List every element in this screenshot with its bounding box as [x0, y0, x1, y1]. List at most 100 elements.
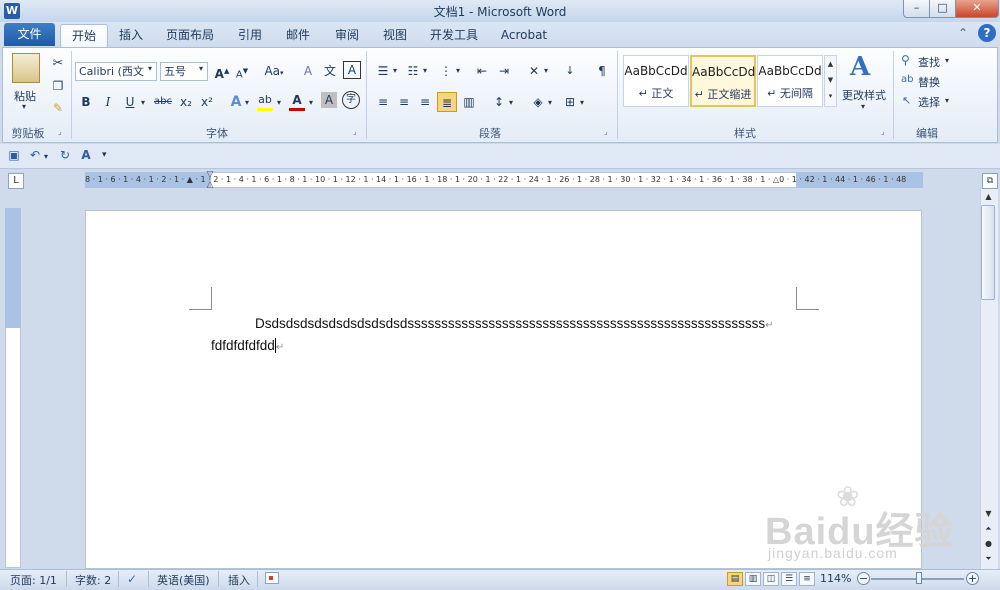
draft-view-icon[interactable]: ≡	[799, 572, 815, 586]
tab-file[interactable]: 文件	[4, 23, 55, 46]
undo-dropdown-icon[interactable]: ▾	[44, 152, 48, 161]
print-layout-view-icon[interactable]: ▤	[727, 572, 743, 586]
tab-home[interactable]: 开始	[60, 24, 108, 47]
cut-icon[interactable]: ✂	[48, 54, 68, 74]
strikethrough-button[interactable]: abc	[151, 92, 175, 112]
enclose-characters-icon[interactable]: 字	[342, 91, 360, 109]
numbering-dropdown-icon[interactable]: ▾	[423, 66, 427, 75]
highlight-icon[interactable]: ab	[255, 90, 275, 110]
align-center-icon[interactable]: ≡	[394, 92, 414, 112]
find-dropdown-icon[interactable]: ▾	[945, 56, 949, 65]
change-styles-button[interactable]: 更改样式	[842, 87, 886, 103]
bold-button[interactable]: B	[76, 92, 96, 112]
zoom-in-icon[interactable]: +	[966, 572, 979, 585]
font-name-combo[interactable]: Calibri (西文	[75, 62, 157, 81]
next-page-icon[interactable]: ⏷	[981, 552, 996, 566]
select-dropdown-icon[interactable]: ▾	[945, 96, 949, 105]
distributed-icon[interactable]: ▥	[459, 92, 479, 112]
bullets-dropdown-icon[interactable]: ▾	[393, 66, 397, 75]
scroll-up-icon[interactable]: ▲	[981, 190, 996, 204]
close-button[interactable]: ✕	[955, 0, 999, 18]
zoom-out-icon[interactable]: −	[857, 572, 870, 585]
tab-view[interactable]: 视图	[375, 24, 415, 46]
tab-page-layout[interactable]: 页面布局	[160, 24, 220, 46]
paste-icon[interactable]	[12, 53, 40, 83]
customize-qat-icon[interactable]: ▾	[102, 150, 107, 160]
format-painter-icon[interactable]: ✎	[48, 98, 68, 118]
multilevel-dropdown-icon[interactable]: ▾	[456, 66, 460, 75]
redo-icon[interactable]: ↻	[57, 147, 73, 163]
tab-insert[interactable]: 插入	[109, 24, 153, 46]
increase-indent-icon[interactable]: ⇥	[494, 61, 514, 81]
indent-marker-icon[interactable]: ▽ △	[205, 170, 215, 190]
underline-dropdown-icon[interactable]: ▾	[141, 98, 145, 107]
asian-layout-icon[interactable]: ✕	[524, 61, 544, 81]
shrink-font-icon[interactable]: A▼	[232, 61, 252, 81]
document-paragraph[interactable]: Dsdsdsdsdsdsdsdsdsdsdsssssssssssssssssss…	[255, 316, 773, 331]
style-normal[interactable]: AaBbCcDd ↵ 正文	[623, 55, 689, 107]
full-screen-reading-icon[interactable]: ▥	[745, 572, 761, 586]
underline-button[interactable]: U	[120, 92, 140, 112]
text-effects-dropdown-icon[interactable]: ▾	[245, 98, 249, 107]
justify-icon[interactable]: ≣	[437, 92, 457, 112]
borders-icon[interactable]: ⊞	[560, 92, 580, 112]
character-shading-icon[interactable]: A	[321, 92, 337, 108]
undo-icon[interactable]: ↶	[27, 147, 43, 163]
line-spacing-dropdown-icon[interactable]: ▾	[509, 98, 513, 107]
decrease-indent-icon[interactable]: ⇤	[472, 61, 492, 81]
zoom-slider-thumb[interactable]	[916, 572, 922, 584]
tab-selector-icon[interactable]: L	[8, 173, 24, 189]
paste-dropdown-icon[interactable]: ▾	[22, 102, 26, 111]
shading-icon[interactable]: ◈	[528, 92, 548, 112]
change-styles-dropdown-icon[interactable]: ▾	[861, 102, 865, 111]
show-marks-icon[interactable]: ¶	[592, 61, 612, 81]
grow-font-icon[interactable]: A▲	[212, 61, 232, 81]
font-color-dropdown-icon[interactable]: ▾	[309, 98, 313, 107]
font-size-dropdown-icon[interactable]: ▾	[199, 64, 203, 73]
numbering-icon[interactable]: ☷	[403, 61, 423, 81]
previous-page-icon[interactable]: ⏶	[981, 522, 996, 536]
style-normal-indent[interactable]: AaBbCcDd ↵ 正文缩进	[690, 55, 756, 107]
paragraph-launcher-icon[interactable]: ⌟	[604, 127, 608, 136]
tab-mailings[interactable]: 邮件	[278, 24, 318, 46]
select-button[interactable]: 选择	[918, 94, 940, 110]
maximize-button[interactable]: □	[929, 0, 956, 18]
page-count[interactable]: 页面: 1/1	[10, 572, 57, 588]
web-layout-icon[interactable]: ◫	[763, 572, 779, 586]
style-no-spacing[interactable]: AaBbCcDd ↵ 无间隔	[757, 55, 823, 107]
macro-record-icon[interactable]	[265, 572, 279, 584]
copy-icon[interactable]: ❐	[48, 76, 68, 96]
shading-dropdown-icon[interactable]: ▾	[548, 98, 552, 107]
font-color-icon[interactable]: A	[287, 90, 307, 110]
language-indicator[interactable]: 英语(美国)	[157, 572, 210, 588]
clipboard-launcher-icon[interactable]: ⌟	[58, 127, 62, 136]
tab-references[interactable]: 引用	[230, 24, 270, 46]
multilevel-list-icon[interactable]: ⋮	[436, 61, 456, 81]
change-case-icon[interactable]: Aa▾	[260, 61, 288, 81]
italic-button[interactable]: I	[98, 92, 118, 112]
superscript-button[interactable]: x²	[197, 92, 217, 112]
minimize-button[interactable]: –	[903, 0, 930, 18]
text-effects-qat-icon[interactable]: A	[78, 147, 94, 163]
align-left-icon[interactable]: ≡	[373, 92, 393, 112]
highlight-dropdown-icon[interactable]: ▾	[277, 98, 281, 107]
scroll-down-icon[interactable]: ▼	[981, 507, 996, 521]
font-name-dropdown-icon[interactable]: ▾	[148, 64, 152, 73]
outline-view-icon[interactable]: ☰	[781, 572, 797, 586]
clear-formatting-icon[interactable]: A	[298, 61, 318, 81]
zoom-level[interactable]: 114%	[820, 572, 851, 585]
view-ruler-icon[interactable]: ⧉	[982, 173, 998, 189]
save-icon[interactable]: ▣	[6, 147, 22, 163]
borders-dropdown-icon[interactable]: ▾	[580, 98, 584, 107]
document-paragraph[interactable]: fdfdfdfdfdd↵	[211, 338, 284, 353]
sort-icon[interactable]: ↓	[560, 61, 580, 81]
line-spacing-icon[interactable]: ↕	[489, 92, 509, 112]
align-right-icon[interactable]: ≡	[415, 92, 435, 112]
phonetic-guide-icon[interactable]: 文	[320, 61, 340, 81]
insert-mode[interactable]: 插入	[228, 572, 250, 588]
asian-layout-dropdown-icon[interactable]: ▾	[544, 66, 548, 75]
proofing-icon[interactable]: ✓	[127, 572, 137, 586]
ribbon-collapse-icon[interactable]: ⌃	[958, 26, 968, 40]
change-styles-icon[interactable]: A	[850, 52, 870, 82]
styles-launcher-icon[interactable]: ⌟	[881, 127, 885, 136]
